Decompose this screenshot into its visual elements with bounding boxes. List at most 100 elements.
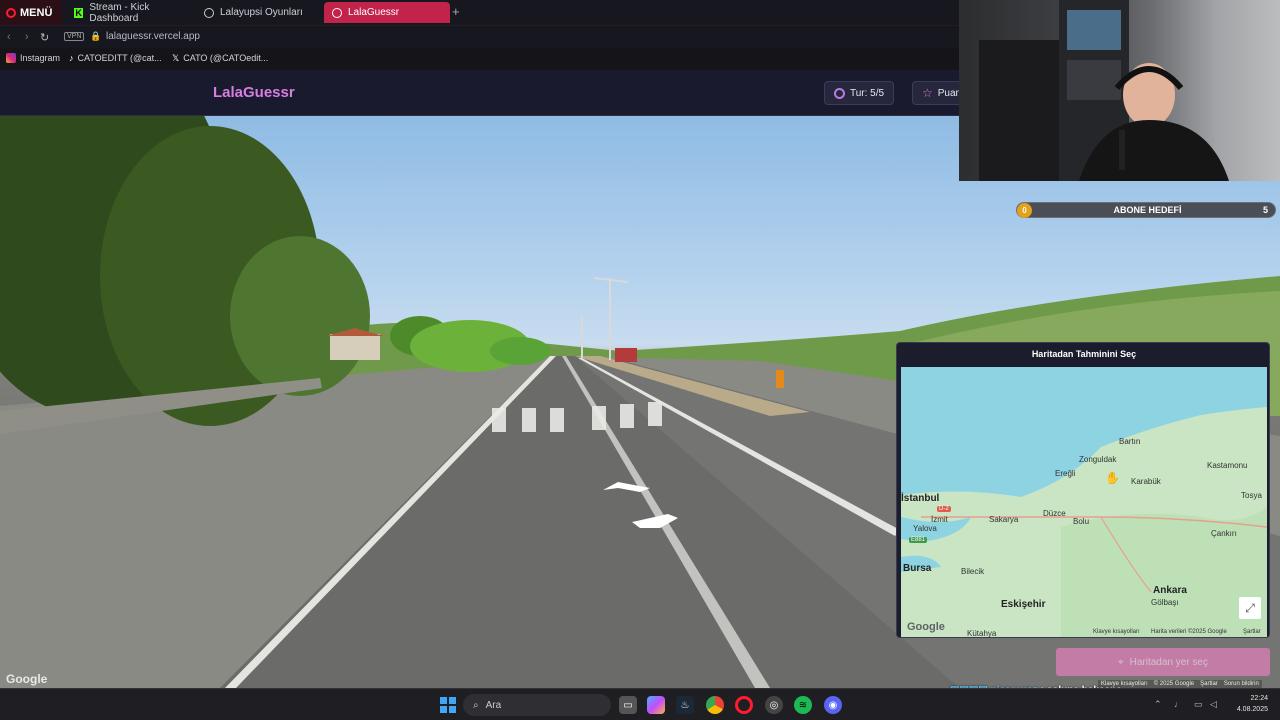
bookmark-instagram[interactable]: Instagram	[6, 53, 60, 63]
bookmark-tiktok[interactable]: ♪ CATOEDITT (@cat...	[69, 53, 162, 63]
webcam-feed	[979, 0, 1229, 181]
x-icon: 𝕏	[172, 53, 180, 63]
chrome-icon[interactable]	[706, 696, 724, 714]
bookmark-label: CATO (@CATOedit...	[183, 53, 269, 63]
menu-label: MENÜ	[20, 6, 53, 19]
tiktok-icon: ♪	[69, 53, 74, 63]
map-city-label: Tosya	[1241, 491, 1262, 500]
bookmark-label: CATOEDITT (@cat...	[77, 53, 162, 63]
address-field[interactable]: lalaguessr.vercel.app	[106, 31, 200, 42]
map-city-label: Bilecik	[961, 567, 985, 576]
goal-target: 5	[1262, 205, 1268, 215]
map-panel-title: Haritadan Tahminini Seç	[1031, 349, 1137, 359]
system-clock[interactable]: 22:24 4.08.2025	[1222, 693, 1268, 715]
truck	[615, 348, 637, 362]
opera-gx-icon[interactable]	[735, 696, 753, 714]
map-city-label: İstanbul	[901, 493, 940, 504]
tab-label: Lalayupsi Oyunları	[220, 7, 303, 18]
guess-location-button[interactable]: ⌖ Haritadan yer seç	[1056, 648, 1270, 676]
network-icon[interactable]: ▭	[1194, 699, 1203, 710]
map-city-label: Yalova	[913, 524, 937, 533]
guess-map[interactable]: Bartın Zonguldak Kastamonu Ereğli Karabü…	[901, 367, 1267, 637]
map-city-label: Gölbaşı	[1151, 598, 1179, 607]
tab-kick-dashboard[interactable]: K Stream - Kick Dashboard	[66, 1, 194, 24]
globe-icon	[204, 7, 214, 18]
instagram-icon	[6, 53, 16, 63]
map-land	[901, 407, 1267, 637]
volume-icon[interactable]: ◁	[1210, 699, 1217, 710]
bookmark-label: Instagram	[20, 53, 61, 63]
globe-icon	[332, 7, 342, 18]
report-problem-link[interactable]: Sorun bildirin	[1224, 681, 1259, 687]
map-city-label: Karabük	[1131, 477, 1161, 486]
bookmark-x[interactable]: 𝕏 CATO (@CATOedit...	[172, 53, 268, 63]
terms-link[interactable]: Şartlar	[1200, 681, 1218, 687]
taskbar-search[interactable]: ⌕ Ara	[463, 694, 611, 716]
vpn-badge[interactable]: VPN	[64, 32, 85, 41]
goal-label: ABONE HEDEFİ	[1113, 205, 1182, 215]
address-bar-row: ‹ › ↻ VPN 🔒 lalaguessr.vercel.app	[0, 25, 960, 48]
spotify-icon[interactable]: ≋	[794, 696, 812, 714]
clock-date: 4.08.2025	[1236, 706, 1268, 713]
map-city-label: Çankırı	[1211, 529, 1237, 538]
hand-cursor-icon: ✋	[1105, 471, 1120, 485]
steam-icon[interactable]: ♨	[676, 696, 694, 714]
search-placeholder: Ara	[485, 699, 502, 711]
app-title[interactable]: LalaGuessr	[213, 84, 295, 101]
microphone-icon[interactable]: ♩	[1174, 699, 1183, 709]
map-city-label: Bolu	[1073, 517, 1090, 526]
task-view-icon[interactable]: ▭	[619, 696, 637, 714]
map-city-label: Bartın	[1119, 437, 1141, 446]
back-icon[interactable]: ‹	[7, 31, 11, 43]
map-terms-link[interactable]: Şartlar	[1243, 629, 1261, 635]
kick-icon: K	[74, 7, 84, 18]
guess-map-panel: Haritadan Tahminini Seç Bartın Zonguldak…	[896, 342, 1270, 638]
map-city-label: Ankara	[1153, 585, 1187, 596]
fullscreen-toggle-icon[interactable]: ⤢	[1239, 597, 1261, 619]
road-badge: D-2	[937, 506, 951, 512]
browser-menu-button[interactable]: MENÜ	[0, 0, 62, 25]
map-city-label: Ereğli	[1055, 469, 1076, 478]
app-header: LalaGuessr Tur: 5/5 ☆ Puan	[0, 70, 972, 116]
start-button[interactable]	[439, 696, 457, 714]
obs-icon[interactable]: ◎	[765, 696, 783, 714]
windows-logo-icon	[440, 697, 456, 713]
tray-chevron-icon[interactable]: ⌃	[1154, 699, 1162, 710]
new-tab-button[interactable]: +	[452, 4, 460, 19]
tab-label: Stream - Kick Dashboard	[89, 1, 150, 24]
map-city-label: Zonguldak	[1079, 455, 1117, 464]
map-city-label: Kastamonu	[1207, 461, 1248, 470]
reload-icon[interactable]: ↻	[40, 31, 49, 44]
bookmarks-bar: Instagram ♪ CATOEDITT (@cat... 𝕏 CATO (@…	[0, 48, 960, 70]
road-badge: E881	[909, 537, 928, 543]
tab-label: LalaGuessr	[348, 7, 400, 18]
guess-button-label: Haritadan yer seç	[1129, 656, 1208, 668]
map-keyboard-shortcuts[interactable]: Klavye kısayolları	[1093, 629, 1140, 635]
opera-logo-icon	[6, 7, 16, 18]
star-icon: ☆	[922, 86, 933, 100]
browser-tab-bar: MENÜ K Stream - Kick Dashboard Lalayupsi…	[0, 0, 960, 25]
windows-taskbar: ⌕ Ara ▭ ♨ ◎ ≋ ◉ ⌃ ♩ ▭ ◁ 22:24 4.08.2025	[0, 688, 1280, 720]
google-logo[interactable]: Google	[6, 672, 47, 686]
map-pin-icon: ⌖	[1117, 656, 1124, 668]
warning-sign	[776, 370, 784, 388]
street-lights	[581, 277, 629, 360]
round-indicator: Tur: 5/5	[824, 81, 895, 105]
clock-time: 22:24	[1250, 695, 1268, 702]
score-label: Puan	[937, 87, 962, 99]
map-google-logo[interactable]: Google	[907, 621, 945, 633]
lock-icon[interactable]: 🔒	[90, 31, 101, 42]
tab-lalayupsi-games[interactable]: Lalayupsi Oyunları	[196, 2, 322, 23]
street-footer-links: Klavye kısayolları © 2025 Google Şartlar…	[1098, 680, 1262, 688]
goal-current: 0	[1017, 202, 1032, 218]
copilot-icon[interactable]	[647, 696, 665, 714]
webcam-overlay	[959, 0, 1280, 181]
tab-lalaguessr[interactable]: LalaGuessr	[324, 2, 450, 23]
discord-icon[interactable]: ◉	[824, 696, 842, 714]
copyright-text: © 2025 Google	[1153, 681, 1195, 687]
house	[330, 334, 380, 360]
search-icon: ⌕	[473, 699, 479, 711]
forward-icon[interactable]: ›	[25, 31, 29, 43]
map-city-label: Düzce	[1043, 509, 1066, 518]
map-city-label: Eskişehir	[1001, 599, 1046, 610]
